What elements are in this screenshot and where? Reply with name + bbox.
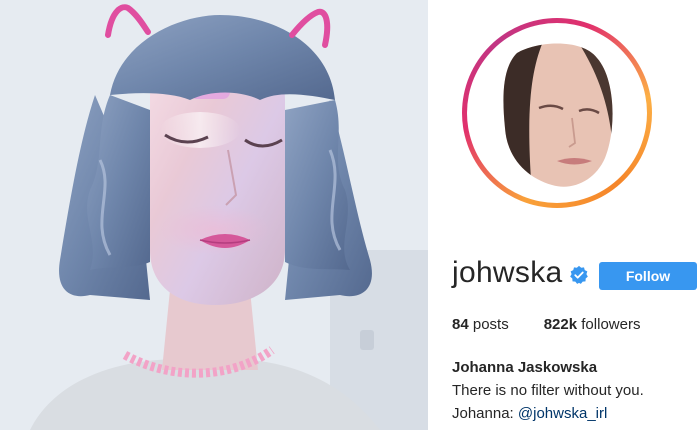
followers-count: 822k — [543, 316, 578, 333]
posts-label: posts — [472, 316, 509, 333]
profile-panel: johwska Follow 84 posts 822k followers J… — [428, 0, 700, 430]
story-ring-inner — [467, 23, 647, 203]
filtered-selfie-illustration — [0, 0, 428, 430]
story-ring[interactable] — [462, 18, 652, 208]
bio-text: There is no filter without you. — [452, 382, 644, 399]
profile-stats: 84 posts 822k followers — [452, 316, 640, 333]
bio-link-prefix: Johanna: — [452, 405, 514, 422]
followers-stat[interactable]: 822k followers — [544, 316, 641, 333]
username-row: johwska — [452, 253, 589, 293]
verified-badge-icon — [570, 265, 589, 284]
bio-link-row: Johanna: @johwska_irl — [452, 405, 607, 422]
posts-stat[interactable]: 84 posts — [452, 316, 509, 333]
bio-mention-link[interactable]: @johwska_irl — [518, 405, 607, 422]
avatar[interactable] — [477, 33, 637, 193]
follow-button[interactable]: Follow — [599, 262, 697, 290]
profile-post-photo — [0, 0, 428, 430]
posts-count: 84 — [452, 316, 469, 333]
full-name: Johanna Jaskowska — [452, 359, 598, 376]
username: johwska — [452, 256, 563, 289]
followers-label: followers — [581, 316, 641, 333]
